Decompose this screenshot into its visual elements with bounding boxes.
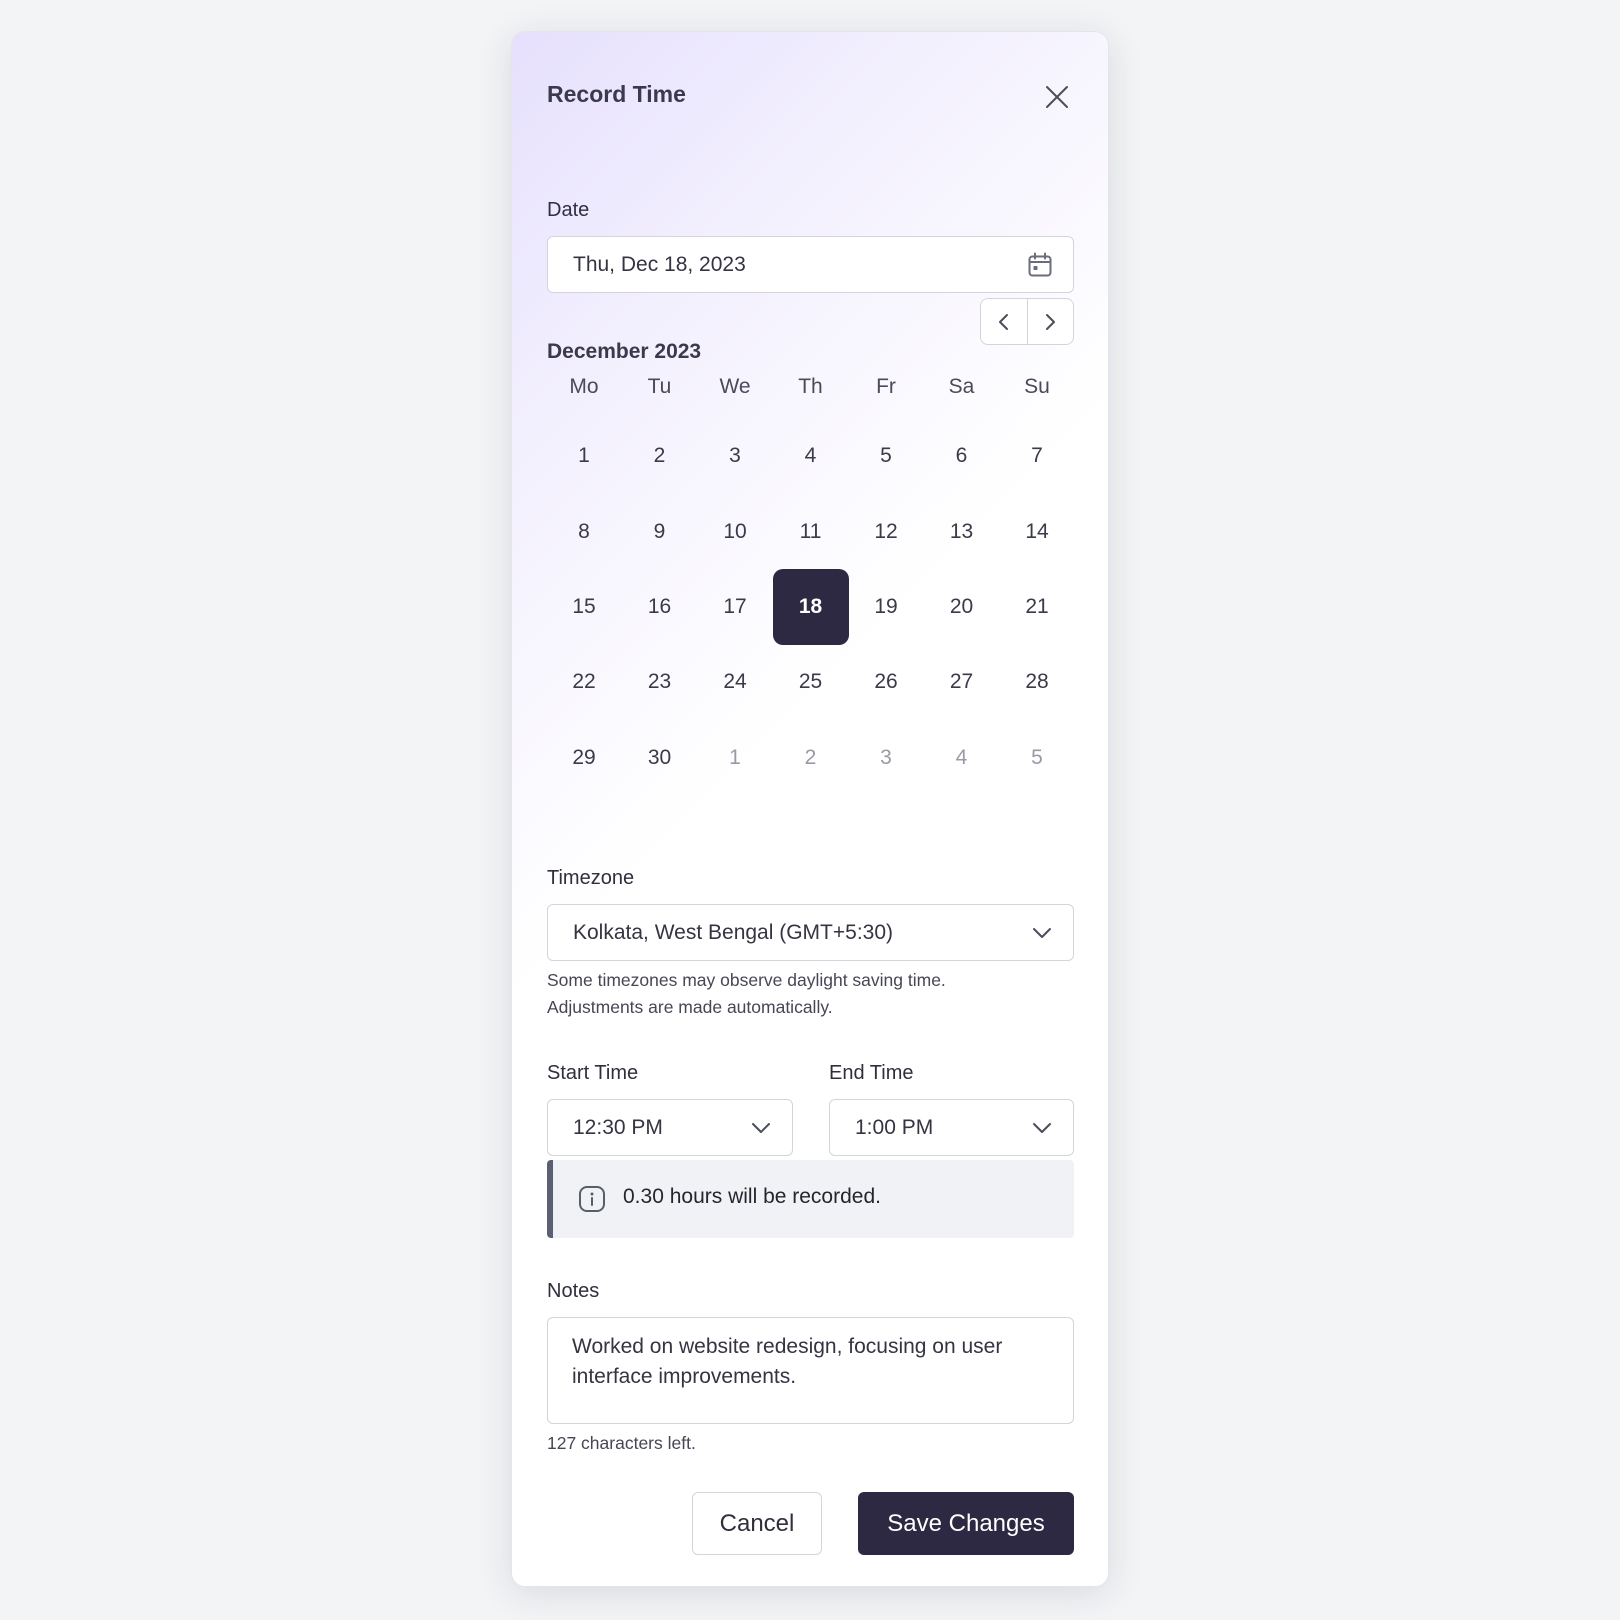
calendar-day[interactable]: 13 (924, 494, 1000, 570)
timezone-helper-line2: Adjustments are made automatically. (547, 997, 833, 1017)
calendar-day[interactable]: 5 (848, 418, 924, 494)
next-month-button[interactable] (1026, 299, 1074, 344)
notes-character-counter: 127 characters left. (547, 1433, 696, 1453)
modal-title: Record Time (547, 81, 686, 107)
weekday-fr: Fr (876, 375, 896, 398)
calendar-day-next-month[interactable]: 3 (848, 720, 924, 796)
info-icon (578, 1185, 606, 1213)
chevron-down-icon (1031, 1121, 1053, 1135)
date-label: Date (547, 199, 590, 221)
calendar-day[interactable]: 20 (924, 569, 1000, 645)
start-time-label: Start Time (547, 1062, 639, 1084)
start-time-value: 12:30 PM (573, 1115, 663, 1139)
weekday-sa: Sa (948, 375, 975, 398)
weekday-th: Th (798, 375, 823, 398)
calendar-day[interactable]: 1 (546, 418, 622, 494)
calendar-day[interactable]: 15 (546, 569, 622, 645)
month-navigation (980, 298, 1074, 345)
date-input[interactable]: Thu, Dec 18, 2023 (547, 236, 1074, 293)
chevron-down-icon (1031, 926, 1053, 940)
calendar-day[interactable]: 25 (773, 644, 849, 720)
calendar-day-selected[interactable]: 18 (772, 569, 849, 645)
calendar-day[interactable]: 10 (697, 494, 773, 570)
calendar-day[interactable]: 14 (999, 494, 1075, 570)
chevron-down-icon (750, 1121, 772, 1135)
calendar-day-next-month[interactable]: 4 (924, 720, 1000, 796)
calendar-day-next-month[interactable]: 2 (773, 720, 849, 796)
calendar-icon[interactable] (1027, 252, 1053, 278)
timezone-helper-text: Some timezones may observe daylight savi… (547, 967, 946, 1021)
calendar-day[interactable]: 17 (697, 569, 773, 645)
close-icon (1046, 86, 1068, 108)
chevron-left-icon (998, 313, 1008, 330)
calendar-day-next-month[interactable]: 5 (999, 720, 1075, 796)
start-time-select[interactable]: 12:30 PM (547, 1099, 793, 1156)
save-changes-button[interactable]: Save Changes (858, 1492, 1074, 1555)
chevron-right-icon (1046, 313, 1056, 330)
calendar-day[interactable]: 16 (622, 569, 698, 645)
calendar-day[interactable]: 23 (622, 644, 698, 720)
calendar-day[interactable]: 27 (924, 644, 1000, 720)
calendar-day[interactable]: 24 (697, 644, 773, 720)
calendar-day[interactable]: 21 (999, 569, 1075, 645)
calendar-day-next-month[interactable]: 1 (697, 720, 773, 796)
close-button[interactable] (1041, 81, 1073, 113)
timezone-label: Timezone (547, 867, 635, 889)
weekday-we: We (719, 375, 751, 398)
calendar-day[interactable]: 6 (924, 418, 1000, 494)
record-time-modal: Record Time Date Thu, Dec 18, 2023 Decem… (511, 31, 1109, 1587)
calendar-day[interactable]: 2 (622, 418, 698, 494)
end-time-select[interactable]: 1:00 PM (829, 1099, 1074, 1156)
end-time-label: End Time (829, 1062, 914, 1084)
hours-info-text: 0.30 hours will be recorded. (623, 1185, 881, 1208)
calendar-day[interactable]: 9 (622, 494, 698, 570)
timezone-value: Kolkata, West Bengal (GMT+5:30) (573, 920, 894, 944)
calendar-day[interactable]: 22 (546, 644, 622, 720)
calendar-day[interactable]: 3 (697, 418, 773, 494)
previous-month-button[interactable] (981, 299, 1027, 344)
timezone-helper-line1: Some timezones may observe daylight savi… (547, 970, 946, 990)
calendar-day[interactable]: 12 (848, 494, 924, 570)
calendar-day[interactable]: 29 (546, 720, 622, 796)
calendar-day[interactable]: 7 (999, 418, 1075, 494)
calendar-day[interactable]: 11 (773, 494, 849, 570)
weekday-tu: Tu (647, 375, 672, 398)
calendar-day[interactable]: 8 (546, 494, 622, 570)
calendar-day[interactable]: 4 (773, 418, 849, 494)
calendar-day[interactable]: 28 (999, 644, 1075, 720)
end-time-value: 1:00 PM (855, 1115, 934, 1139)
timezone-select[interactable]: Kolkata, West Bengal (GMT+5:30) (547, 904, 1074, 961)
notes-label: Notes (547, 1280, 600, 1302)
notes-textarea[interactable]: Worked on website redesign, focusing on … (547, 1317, 1074, 1424)
weekday-mo: Mo (569, 375, 599, 398)
hours-info-callout: 0.30 hours will be recorded. (547, 1160, 1074, 1238)
calendar-day[interactable]: 26 (848, 644, 924, 720)
cancel-button[interactable]: Cancel (692, 1492, 822, 1555)
date-value: Thu, Dec 18, 2023 (573, 252, 746, 276)
weekday-su: Su (1024, 375, 1050, 398)
calendar-day[interactable]: 19 (848, 569, 924, 645)
calendar-day[interactable]: 30 (622, 720, 698, 796)
